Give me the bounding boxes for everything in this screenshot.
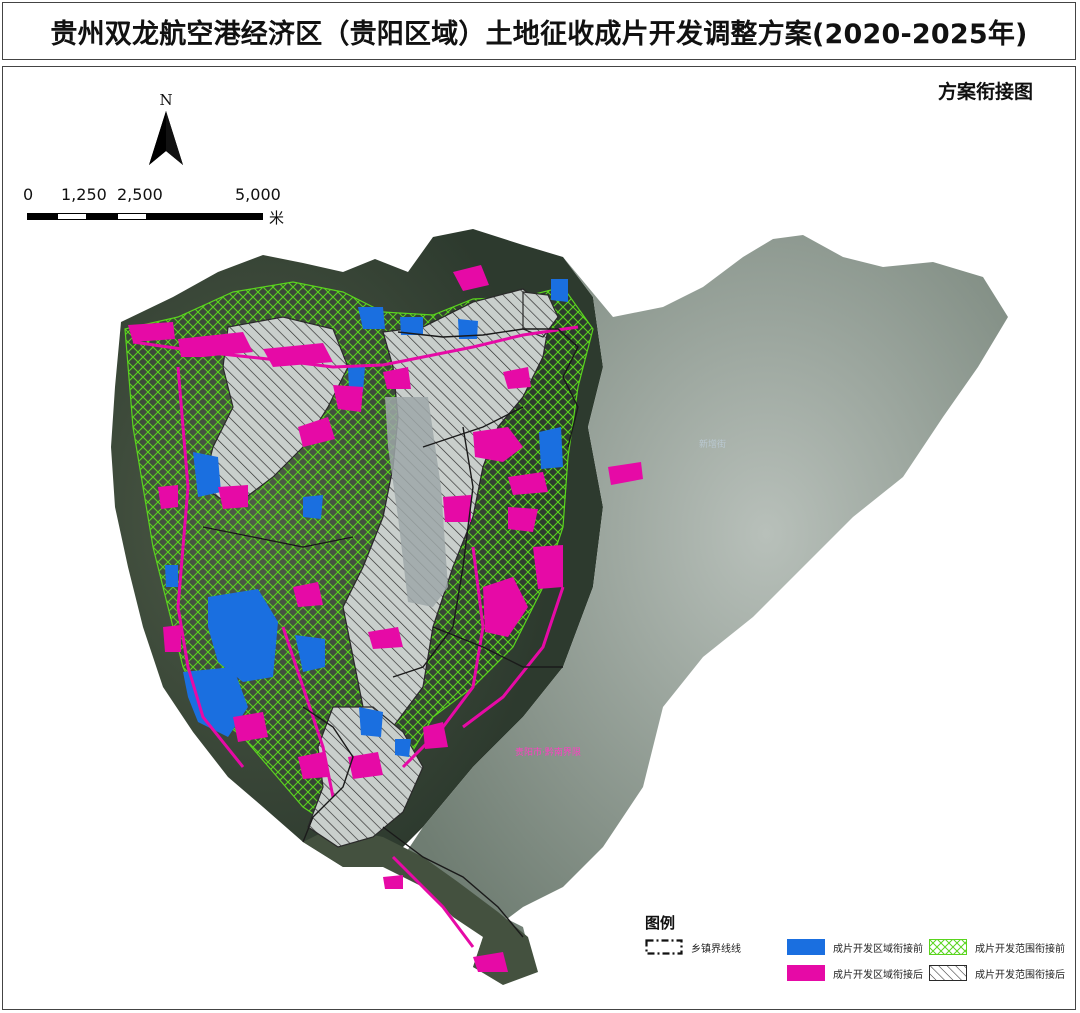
scale-label-0: 0 bbox=[23, 185, 34, 204]
legend-label: 成片开发范围衔接前 bbox=[975, 943, 1065, 955]
north-arrow: N bbox=[145, 91, 187, 173]
magenta-swatch-icon bbox=[787, 965, 825, 981]
legend-item-development-after: 成片开发区域衔接后 bbox=[787, 965, 923, 981]
map-subtitle: 方案衔接图 bbox=[937, 81, 1033, 103]
scale-bar: 0 1,250 2,500 5,000 米 bbox=[23, 185, 313, 235]
legend: 图例 乡镇界线线 成片开发区域衔接前 成片开发范围衔接前 成片开发区域衔接后 成… bbox=[641, 909, 1071, 1007]
scale-segment bbox=[147, 213, 263, 220]
map-frame: 方案衔接图 N 0 1,250 2,500 5,000 米 新增街 贵阳市·黔南… bbox=[2, 66, 1076, 1010]
scale-segment bbox=[27, 213, 57, 220]
scale-segment bbox=[57, 213, 87, 220]
scale-label-2500: 2,500 bbox=[117, 185, 163, 204]
scale-label-1250: 1,250 bbox=[61, 185, 107, 204]
legend-item-township-boundary: 乡镇界线线 bbox=[645, 939, 741, 955]
dash-box-icon bbox=[645, 939, 683, 955]
legend-label: 乡镇界线线 bbox=[691, 943, 741, 955]
north-arrow-icon bbox=[149, 111, 183, 165]
black-hatch-icon bbox=[929, 965, 967, 981]
scale-label-5000: 5,000 bbox=[235, 185, 281, 204]
scale-segment bbox=[117, 213, 147, 220]
legend-label: 成片开发区域衔接前 bbox=[833, 943, 923, 955]
legend-item-development-before: 成片开发区域衔接前 bbox=[787, 939, 923, 955]
legend-label: 成片开发范围衔接后 bbox=[975, 969, 1065, 981]
place-label: 贵阳市·黔南界限 bbox=[515, 748, 581, 758]
legend-item-scope-after: 成片开发范围衔接后 bbox=[929, 965, 1065, 981]
title-box: 贵州双龙航空港经济区（贵阳区域）土地征收成片开发调整方案(2020-2025年) bbox=[2, 2, 1076, 60]
legend-label: 成片开发区域衔接后 bbox=[833, 969, 923, 981]
green-cross-hatch-icon bbox=[929, 939, 967, 955]
legend-item-scope-before: 成片开发范围衔接前 bbox=[929, 939, 1065, 955]
legend-title: 图例 bbox=[645, 914, 676, 932]
place-label: 新增街 bbox=[699, 440, 727, 450]
blue-swatch-icon bbox=[787, 939, 825, 955]
scale-segment bbox=[87, 213, 117, 220]
scale-unit: 米 bbox=[269, 209, 285, 227]
page-title: 贵州双龙航空港经济区（贵阳区域）土地征收成片开发调整方案(2020-2025年) bbox=[50, 18, 1028, 50]
north-label: N bbox=[159, 91, 173, 109]
